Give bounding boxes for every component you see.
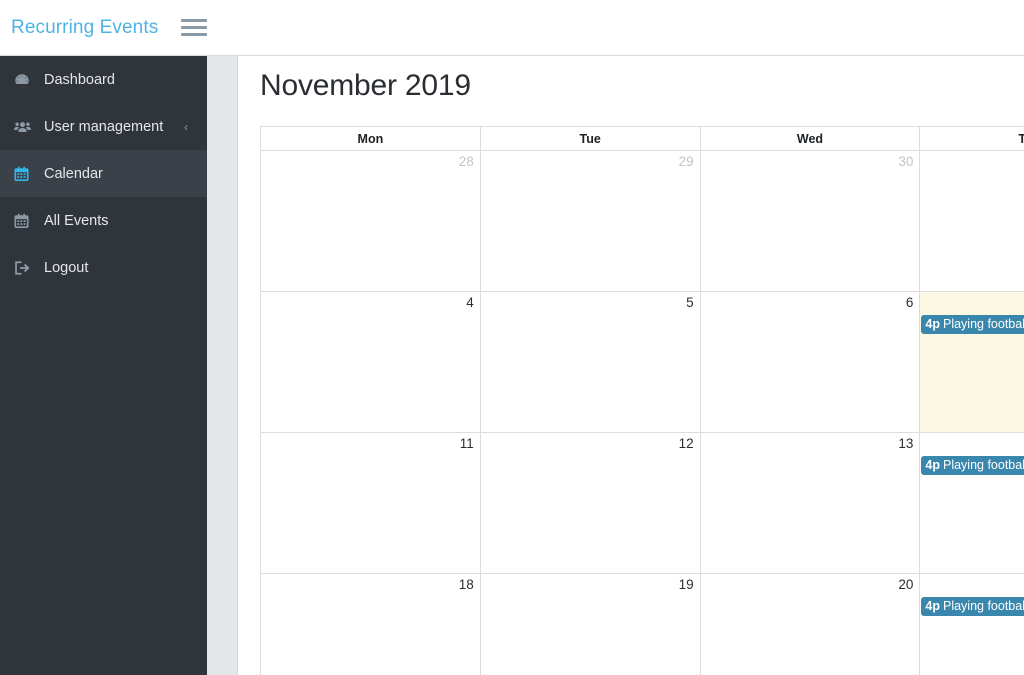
calendar-week-row: 45674pPlaying football with friends (260, 291, 1024, 433)
calendar-day-cell[interactable]: 12 (479, 432, 701, 574)
calendar-day-cell[interactable]: 214pPlaying football with friends (919, 573, 1024, 675)
calendar-event[interactable]: 4pPlaying football with friends (921, 314, 1024, 334)
calendar-header-row: MonTueWedThuFri (260, 126, 1024, 151)
calendar-table: MonTueWedThuFri 2829303145674pPlaying fo… (260, 126, 1024, 675)
calendar-day-number: 7 (920, 292, 1024, 313)
top-navbar: Recurring Events (0, 0, 1024, 56)
hamburger-bar (181, 33, 208, 36)
calendar-day-cell[interactable]: 18 (260, 573, 481, 675)
calendar-day-number: 13 (898, 436, 914, 451)
calendar-day-number: 14 (920, 433, 1024, 454)
calendar-day-cell[interactable]: 11 (260, 432, 481, 574)
calendar-day-cell[interactable]: 19 (479, 573, 701, 675)
calendar-day-cell[interactable]: 30 (699, 150, 921, 292)
calendar-day-number: 4 (466, 295, 474, 310)
calendar-day-cell[interactable]: 4 (260, 291, 481, 433)
calendar-day-cell[interactable]: 29 (479, 150, 701, 292)
sidebar-item-all-events[interactable]: All Events (0, 197, 207, 244)
sidebar-item-user-management[interactable]: User management ‹ (0, 103, 207, 150)
sidebar-item-dashboard[interactable]: Dashboard (0, 56, 207, 103)
users-icon (14, 119, 44, 135)
calendar-day-cell[interactable]: 31 (919, 150, 1024, 292)
calendar-icon (14, 166, 44, 182)
calendar-day-number: 20 (898, 577, 914, 592)
sidebar-nav: Dashboard User management ‹ Calendar All Eve… (0, 56, 207, 675)
calendar-week-row: 181920214pPlaying football with friends (260, 573, 1024, 675)
app-root: Recurring Events Dashboard User managemen… (0, 0, 1024, 675)
calendar-event[interactable]: 4pPlaying football with friends (921, 596, 1024, 616)
calendar-event-time: 4p (925, 316, 940, 331)
calendar-week-row: 28 29 30 31 (260, 150, 1024, 292)
sidebar-item-label: User management (44, 118, 164, 135)
calendar-weekday-header: Thu (919, 126, 1024, 151)
calendar-day-number: 5 (686, 295, 694, 310)
calendar-day-number: 28 (458, 154, 474, 169)
calendar-alt-icon (14, 213, 44, 229)
calendar-day-number: 11 (459, 436, 474, 451)
sidebar-item-label: All Events (44, 212, 109, 229)
brand-title[interactable]: Recurring Events (11, 17, 158, 39)
dashboard-icon (14, 72, 44, 88)
hamburger-bar (181, 26, 208, 29)
hamburger-bar (181, 19, 208, 22)
chevron-left-icon[interactable]: ‹ (184, 121, 188, 133)
calendar-day-number: 31 (920, 151, 1024, 172)
calendar-day-cell[interactable]: 20 (699, 573, 921, 675)
calendar-day-cell[interactable]: 144pPlaying football with friends (919, 432, 1024, 574)
calendar-body: 2829303145674pPlaying football with frie… (260, 150, 1024, 675)
calendar-day-number: 29 (678, 154, 694, 169)
calendar-day-number: 12 (678, 436, 694, 451)
calendar-event-title: Playing football with friends (942, 316, 1024, 331)
calendar-event-time: 4p (925, 457, 940, 472)
page-title: November 2019 (260, 69, 471, 102)
calendar-weekday-header: Wed (699, 126, 921, 151)
sidebar-item-label: Calendar (44, 165, 103, 182)
hamburger-menu-icon[interactable] (181, 17, 208, 39)
calendar-day-cell[interactable]: 5 (479, 291, 701, 433)
sidebar-item-label: Logout (44, 259, 89, 276)
calendar-event-title: Playing football with friends (942, 598, 1024, 613)
calendar-day-number: 6 (905, 295, 914, 310)
calendar-day-cell[interactable]: 74pPlaying football with friends (919, 291, 1024, 433)
calendar-event-time: 4p (925, 598, 940, 613)
calendar-event[interactable]: 4pPlaying football with friends (921, 455, 1024, 475)
sidebar-item-calendar[interactable]: Calendar (0, 150, 207, 197)
calendar-day-number: 21 (920, 574, 1024, 595)
calendar-weekday-header: Tue (479, 126, 701, 151)
calendar-weekday-header: Mon (260, 126, 481, 151)
sidebar-item-logout[interactable]: Logout (0, 244, 207, 291)
calendar-widget: MonTueWedThuFri 2829303145674pPlaying fo… (260, 126, 1024, 675)
sign-out-icon (14, 260, 44, 276)
calendar-day-number: 18 (458, 577, 474, 592)
sidebar-gutter (207, 56, 238, 675)
calendar-day-cell[interactable]: 6 (699, 291, 921, 433)
calendar-day-cell[interactable]: 28 (260, 150, 481, 292)
calendar-day-cell[interactable]: 13 (699, 432, 921, 574)
sidebar-item-label: Dashboard (44, 71, 115, 88)
main-content: November 2019 MonTueWedThuFri 28 29 30 31 4 5… (238, 56, 1024, 675)
calendar-day-number: 30 (898, 154, 914, 169)
calendar-day-number: 19 (678, 577, 694, 592)
calendar-week-row: 111213144pPlaying football with friends (260, 432, 1024, 574)
calendar-event-title: Playing football with friends (942, 457, 1024, 472)
